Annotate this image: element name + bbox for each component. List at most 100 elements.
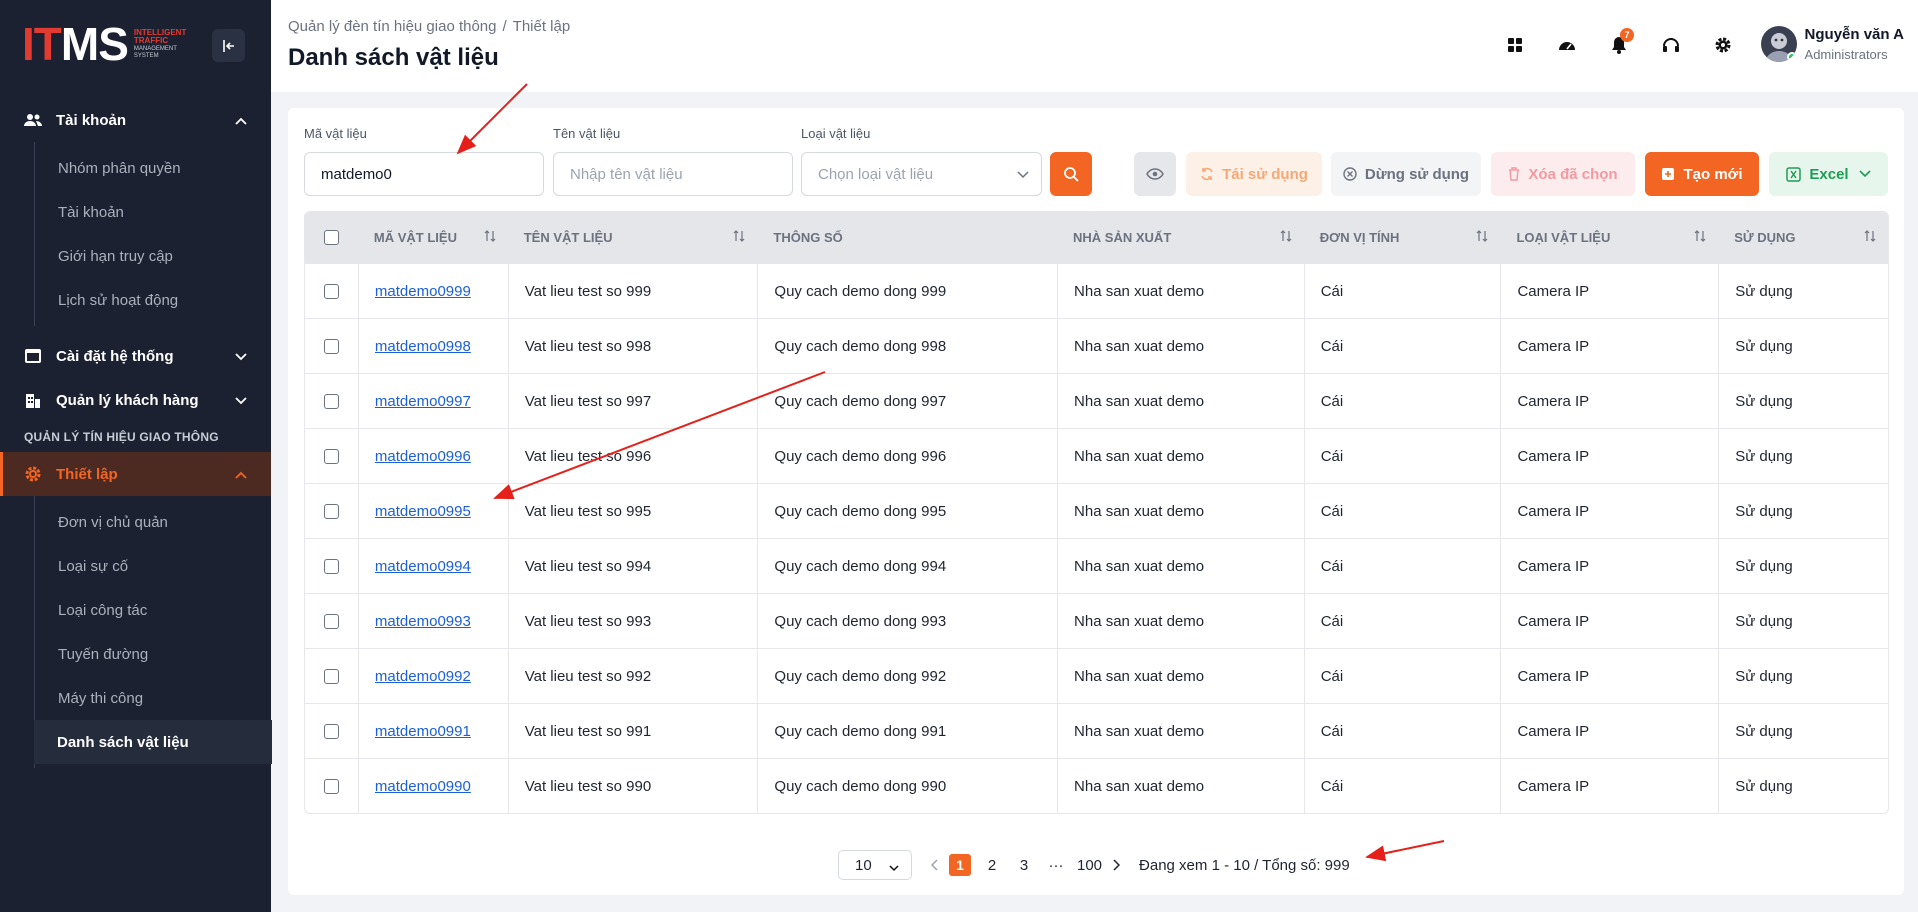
row-checkbox[interactable]	[323, 284, 339, 299]
row-checkbox[interactable]	[323, 449, 339, 464]
cell-maker: Nha san xuat demo	[1057, 264, 1304, 319]
cell-usage-text: Sử dụng	[1735, 613, 1793, 630]
sidebar-item-incident-types[interactable]: Loại sự cố	[35, 544, 271, 588]
reuse-button[interactable]: Tái sử dụng	[1186, 152, 1322, 196]
dashboard-gauge-icon[interactable]	[1550, 28, 1584, 62]
material-code-link[interactable]: matdemo0999	[375, 283, 471, 300]
sort-icon[interactable]	[1864, 230, 1876, 245]
prev-page-icon[interactable]	[931, 859, 939, 871]
cell-spec: Quy cach demo dong 998	[757, 319, 1057, 374]
code-filter-input[interactable]: matdemo0	[304, 152, 544, 196]
material-code-link[interactable]: matdemo0990	[375, 778, 471, 795]
material-code-link[interactable]: matdemo0993	[375, 613, 471, 630]
column-header-usage[interactable]: SỬ DỤNG	[1718, 212, 1888, 263]
sidebar-item-permission-groups[interactable]: Nhóm phân quyền	[35, 146, 271, 190]
cell-maker: Nha san xuat demo	[1057, 649, 1304, 704]
cell-name-text: Vat lieu test so 999	[524, 283, 652, 300]
cell-spec: Quy cach demo dong 995	[757, 484, 1057, 539]
sort-icon[interactable]	[733, 230, 745, 245]
column-header-maker[interactable]: NHÀ SẢN XUẤT	[1057, 212, 1304, 263]
cell-spec: Quy cach demo dong 999	[757, 264, 1057, 319]
search-button[interactable]	[1050, 152, 1092, 196]
row-checkbox[interactable]	[323, 394, 339, 409]
cell-maker-text: Nha san xuat demo	[1074, 668, 1205, 685]
nav-group-setup[interactable]: Thiết lập	[0, 452, 271, 496]
row-checkbox[interactable]	[323, 724, 339, 739]
sort-icon[interactable]	[1694, 230, 1706, 245]
nav-group-system-settings[interactable]: Cài đặt hệ thống	[0, 334, 271, 378]
toggle-columns-button[interactable]	[1134, 152, 1176, 196]
name-filter-input[interactable]: Nhập tên vật liệu	[553, 152, 793, 196]
collapse-sidebar-button[interactable]	[212, 29, 245, 62]
sidebar-item-accounts[interactable]: Tài khoản	[35, 190, 271, 234]
row-checkbox-cell	[305, 704, 358, 759]
sidebar-item-machines[interactable]: Máy thi công	[35, 676, 271, 720]
cell-usage: Sử dụng	[1718, 704, 1888, 759]
stop-using-button[interactable]: Dừng sử dụng	[1331, 152, 1481, 196]
sort-icon[interactable]	[1476, 230, 1488, 245]
row-checkbox[interactable]	[323, 614, 339, 629]
cell-name-text: Vat lieu test so 990	[524, 778, 652, 795]
row-checkbox[interactable]	[323, 669, 339, 684]
create-new-button[interactable]: Tạo mới	[1645, 152, 1759, 196]
sidebar-item-activity-history[interactable]: Lịch sử hoạt động	[35, 278, 271, 322]
materials-card: Mã vật liệu matdemo0 Tên vật liệu Nhập t…	[288, 108, 1904, 895]
nav-group-account[interactable]: Tài khoản	[0, 98, 271, 142]
user-menu[interactable]: Nguyễn văn A Administrators	[1760, 26, 1904, 62]
row-checkbox[interactable]	[323, 779, 339, 794]
material-code-link[interactable]: matdemo0991	[375, 723, 471, 740]
page-size-select[interactable]: 10	[838, 850, 912, 880]
page-3[interactable]: 3	[1013, 854, 1035, 876]
row-checkbox[interactable]	[323, 339, 339, 354]
cell-unit-text: Cái	[1320, 448, 1344, 465]
row-checkbox[interactable]	[323, 559, 339, 574]
apps-grid-icon[interactable]	[1498, 28, 1532, 62]
select-all-checkbox[interactable]	[323, 230, 339, 245]
cell-spec: Quy cach demo dong 996	[757, 429, 1057, 484]
sort-icon[interactable]	[1280, 230, 1292, 245]
headset-support-icon[interactable]	[1654, 28, 1688, 62]
material-code-link[interactable]: matdemo0992	[375, 668, 471, 685]
next-page-icon[interactable]	[1112, 859, 1121, 871]
column-header-name[interactable]: TÊN VẬT LIỆU	[508, 212, 758, 263]
chevron-down-icon	[1017, 167, 1029, 184]
sidebar-item-work-types[interactable]: Loại công tác	[35, 588, 271, 632]
breadcrumb-root[interactable]: Quản lý đèn tín hiệu giao thông	[288, 18, 497, 35]
nav-group-customers[interactable]: Quản lý khách hàng	[0, 378, 271, 422]
cell-name-text: Vat lieu test so 995	[524, 503, 652, 520]
sidebar-item-access-limits[interactable]: Giới hạn truy cập	[35, 234, 271, 278]
cell-type: Camera IP	[1500, 594, 1718, 649]
page-2[interactable]: 2	[981, 854, 1003, 876]
material-code-link[interactable]: matdemo0997	[375, 393, 471, 410]
cell-name-text: Vat lieu test so 994	[524, 558, 652, 575]
material-code-link[interactable]: matdemo0998	[375, 338, 471, 355]
sidebar-item-owner-units[interactable]: Đơn vị chủ quản	[35, 500, 271, 544]
material-code-link[interactable]: matdemo0994	[375, 558, 471, 575]
excel-menu-button[interactable]: Excel	[1769, 152, 1888, 196]
sidebar-item-routes[interactable]: Tuyến đường	[35, 632, 271, 676]
column-header-unit[interactable]: ĐƠN VỊ TÍNH	[1304, 212, 1501, 263]
cell-type: Camera IP	[1500, 264, 1718, 319]
row-checkbox[interactable]	[323, 504, 339, 519]
column-header-type[interactable]: LOẠI VẬT LIỆU	[1500, 212, 1718, 263]
page-ellipsis[interactable]: ···	[1045, 854, 1067, 876]
sidebar: ITMS INTELLIGENT TRAFFIC MANAGEMENT SYST…	[0, 0, 272, 912]
select-all-cell	[305, 212, 358, 263]
cell-unit: Cái	[1303, 594, 1501, 649]
sidebar-item-materials[interactable]: Danh sách vật liệu	[34, 720, 272, 764]
table-row: matdemo0997 Vat lieu test so 997 Quy cach …	[305, 373, 1888, 429]
material-code-link[interactable]: matdemo0995	[375, 503, 471, 520]
column-header-code[interactable]: MÃ VẬT LIỆU	[358, 212, 508, 263]
notification-bell-icon[interactable]: 7	[1602, 28, 1636, 62]
delete-selected-button[interactable]: Xóa đã chọn	[1491, 152, 1635, 196]
page-last[interactable]: 100	[1077, 854, 1102, 876]
cell-usage-text: Sử dụng	[1735, 558, 1793, 575]
sort-icon[interactable]	[484, 230, 496, 245]
material-code-link[interactable]: matdemo0996	[375, 448, 471, 465]
settings-gear-icon[interactable]	[1706, 28, 1740, 62]
cell-type-text: Camera IP	[1517, 613, 1590, 630]
cell-name: Vat lieu test so 994	[507, 539, 758, 594]
cell-usage-text: Sử dụng	[1735, 778, 1793, 795]
type-filter-select[interactable]: Chọn loại vật liệu	[801, 152, 1042, 196]
page-1[interactable]: 1	[949, 854, 971, 876]
